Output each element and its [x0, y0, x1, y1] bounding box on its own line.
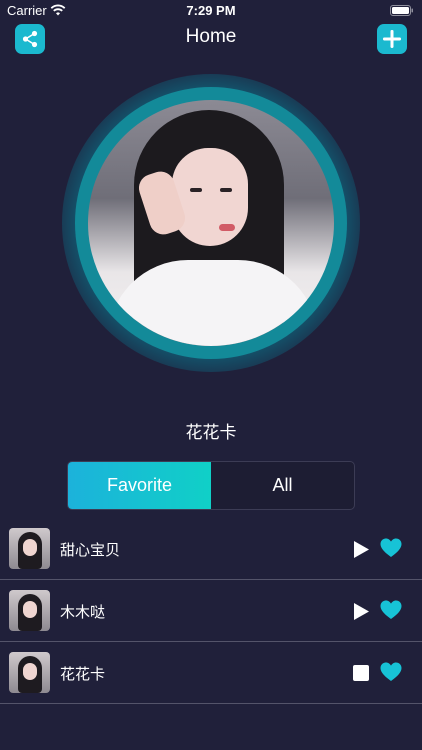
song-thumbnail: [9, 590, 50, 631]
page-title: Home: [185, 26, 237, 47]
status-bar: Carrier 7:29 PM: [0, 0, 422, 22]
song-thumbnail: [9, 652, 50, 693]
song-title: 木木哒: [60, 603, 106, 621]
stop-icon[interactable]: [353, 665, 369, 681]
singer-name: 花花卡: [185, 423, 237, 443]
add-button[interactable]: [377, 24, 407, 54]
photo-lips: [219, 224, 235, 231]
song-title: 甜心宝贝: [60, 541, 121, 559]
song-title: 花花卡: [60, 665, 106, 683]
tab-favorite[interactable]: Favorite: [68, 462, 211, 509]
plus-icon: [383, 30, 401, 48]
list-item[interactable]: 甜心宝贝: [0, 518, 422, 580]
list-item[interactable]: 木木哒: [0, 580, 422, 642]
play-icon[interactable]: [353, 602, 370, 621]
heart-icon[interactable]: [380, 662, 402, 682]
photo-face: [172, 148, 248, 246]
avatar-photo: [88, 100, 334, 346]
thumb-face: [23, 539, 37, 556]
play-icon[interactable]: [353, 540, 370, 559]
song-thumbnail: [9, 528, 50, 569]
battery-icon: [390, 5, 413, 16]
song-list: 甜心宝贝 木木哒 花花卡: [0, 518, 422, 704]
list-item[interactable]: 花花卡: [0, 642, 422, 704]
status-time: 7:29 PM: [186, 3, 236, 18]
thumb-face: [23, 663, 37, 680]
thumb-face: [23, 601, 37, 618]
heart-icon[interactable]: [380, 538, 402, 558]
home-screen: Carrier 7:29 PM Home 花花卡 Favorite All 甜心…: [0, 0, 422, 750]
heart-icon[interactable]: [380, 600, 402, 620]
tab-all[interactable]: All: [211, 462, 354, 509]
photo-eye-left: [190, 188, 202, 192]
photo-eye-right: [220, 188, 232, 192]
segmented-control: Favorite All: [67, 461, 355, 510]
